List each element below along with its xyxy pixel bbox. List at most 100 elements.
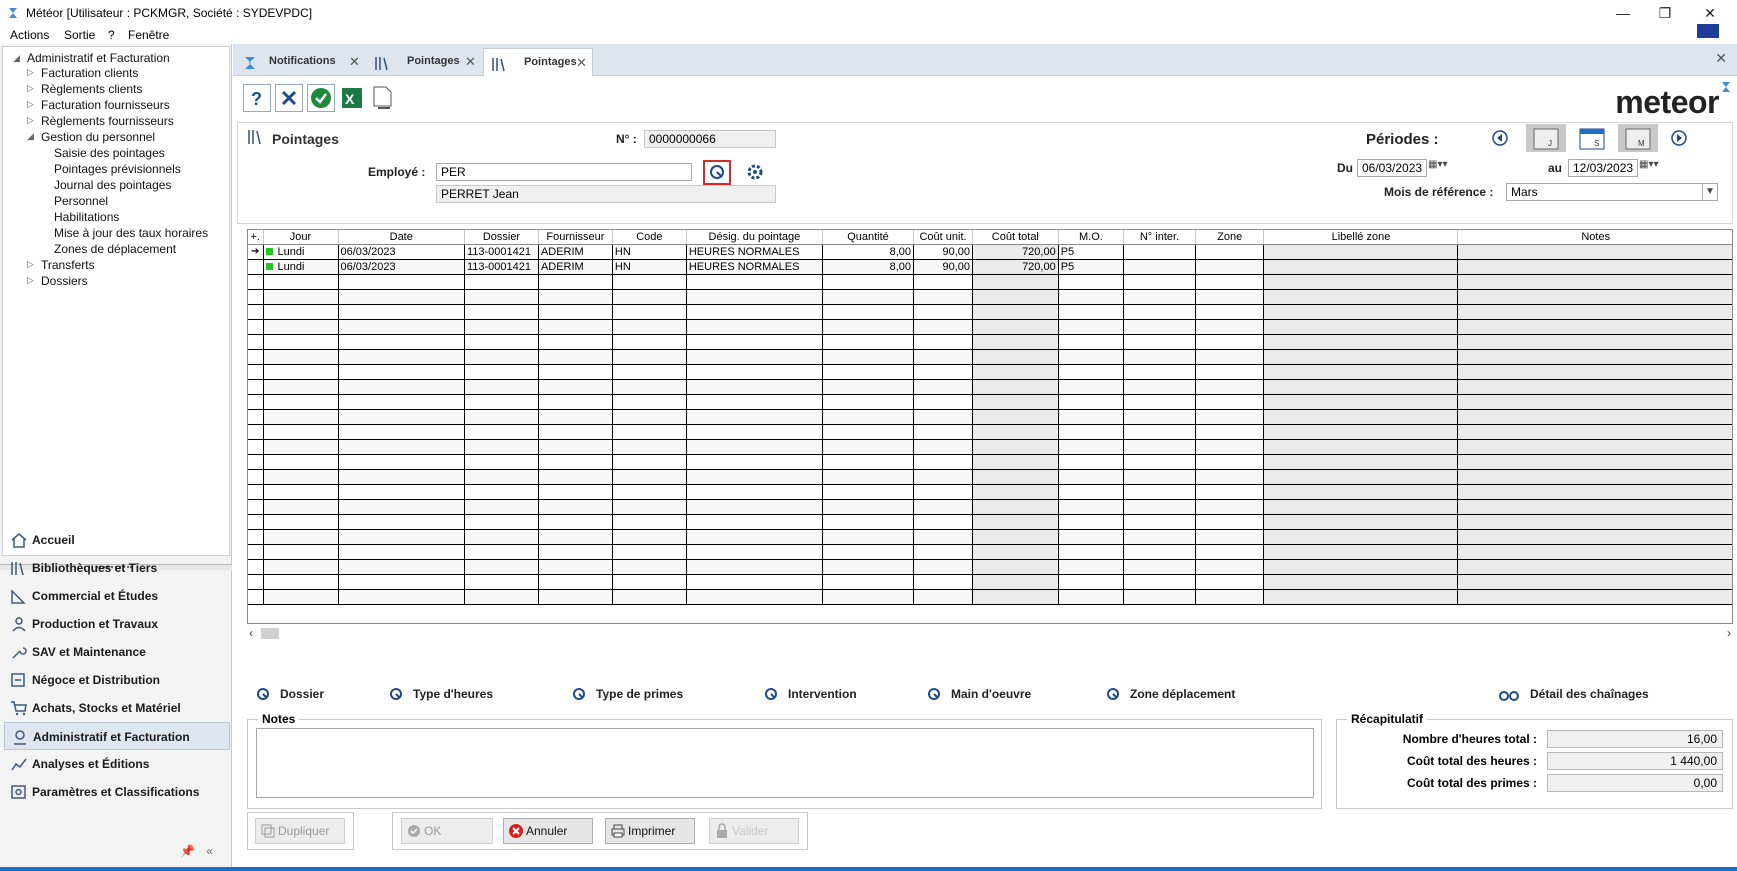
empty-cell[interactable] <box>1058 424 1125 440</box>
empty-cell[interactable] <box>1058 589 1125 605</box>
empty-cell[interactable] <box>913 514 973 530</box>
empty-cell[interactable] <box>1058 469 1125 485</box>
empty-cell[interactable] <box>1263 379 1459 395</box>
empty-cell[interactable] <box>1457 484 1732 500</box>
empty-cell[interactable] <box>1058 514 1125 530</box>
tree-item[interactable]: Gestion du personnel <box>41 130 155 144</box>
empty-cell[interactable] <box>464 514 539 530</box>
empty-cell[interactable] <box>822 589 915 605</box>
empty-cell[interactable] <box>1263 559 1459 575</box>
empty-cell[interactable] <box>612 319 687 335</box>
empty-cell[interactable] <box>464 544 539 560</box>
empty-cell[interactable] <box>1263 424 1459 440</box>
menu-sortie[interactable]: Sortie <box>64 28 95 42</box>
empty-cell[interactable] <box>1123 379 1196 395</box>
tree-item[interactable]: Saisie des pointages <box>54 146 165 160</box>
empty-cell[interactable] <box>972 289 1059 305</box>
empty-cell[interactable] <box>1195 334 1265 350</box>
empty-cell[interactable] <box>1195 409 1265 425</box>
tab-pointages-2[interactable]: Pointages ✕ <box>483 48 593 76</box>
empty-cell[interactable] <box>686 424 823 440</box>
row-header[interactable] <box>248 289 264 305</box>
imprimer-button[interactable]: Imprimer <box>605 818 695 844</box>
empty-cell[interactable] <box>612 454 687 470</box>
empty-cell[interactable] <box>822 379 915 395</box>
menu-help[interactable]: ? <box>108 28 115 42</box>
row-header[interactable] <box>248 499 264 515</box>
empty-cell[interactable] <box>913 334 973 350</box>
empty-cell[interactable] <box>1263 469 1459 485</box>
empty-cell[interactable] <box>338 409 465 425</box>
empty-cell[interactable] <box>1195 514 1265 530</box>
day-period-button[interactable]: J <box>1526 124 1566 152</box>
horizontal-scrollbar[interactable]: ‹ › <box>247 626 1733 640</box>
scroll-left-icon[interactable]: ‹ <box>249 626 253 640</box>
empty-cell[interactable] <box>1457 529 1732 545</box>
empty-cell[interactable] <box>538 379 613 395</box>
empty-cell[interactable] <box>822 469 915 485</box>
empty-cell[interactable] <box>1457 379 1732 395</box>
empty-cell[interactable] <box>913 304 973 320</box>
column-header[interactable]: Code <box>612 230 687 245</box>
empty-cell[interactable] <box>913 439 973 455</box>
empty-cell[interactable] <box>1058 559 1125 575</box>
row-header[interactable] <box>248 334 264 350</box>
empty-cell[interactable] <box>1457 454 1732 470</box>
empty-cell[interactable] <box>686 559 823 575</box>
column-header[interactable]: N° inter. <box>1123 230 1196 245</box>
empty-cell[interactable] <box>972 334 1059 350</box>
empty-cell[interactable] <box>1058 349 1125 365</box>
empty-cell[interactable] <box>263 409 339 425</box>
empty-cell[interactable] <box>822 364 915 380</box>
expand-icon[interactable]: ▷ <box>27 99 34 110</box>
cell-jour[interactable]: Lundi <box>263 244 339 260</box>
empty-cell[interactable] <box>1058 274 1125 290</box>
empty-cell[interactable] <box>1195 319 1265 335</box>
empty-cell[interactable] <box>913 319 973 335</box>
empty-cell[interactable] <box>822 514 915 530</box>
empty-cell[interactable] <box>686 514 823 530</box>
empty-cell[interactable] <box>1058 574 1125 590</box>
row-header[interactable] <box>248 559 264 575</box>
empty-cell[interactable] <box>972 394 1059 410</box>
empty-cell[interactable] <box>464 454 539 470</box>
cell-n-inter[interactable] <box>1123 244 1196 260</box>
empty-table-row[interactable] <box>248 304 1732 320</box>
column-header[interactable]: Désig. du pointage <box>686 230 823 245</box>
cell-quantite[interactable]: 8,00 <box>822 259 915 275</box>
empty-cell[interactable] <box>338 319 465 335</box>
empty-cell[interactable] <box>913 394 973 410</box>
empty-cell[interactable] <box>822 394 915 410</box>
empty-cell[interactable] <box>612 439 687 455</box>
cell-jour[interactable]: Lundi <box>263 259 339 275</box>
empty-cell[interactable] <box>1123 424 1196 440</box>
empty-cell[interactable] <box>972 469 1059 485</box>
menu-fenetre[interactable]: Fenêtre <box>128 28 169 42</box>
empty-cell[interactable] <box>464 379 539 395</box>
empty-cell[interactable] <box>538 454 613 470</box>
row-header[interactable] <box>248 394 264 410</box>
empty-cell[interactable] <box>1123 529 1196 545</box>
empty-cell[interactable] <box>1457 319 1732 335</box>
empty-cell[interactable] <box>1058 334 1125 350</box>
empty-cell[interactable] <box>538 334 613 350</box>
collapse-icon[interactable]: ◢ <box>27 131 34 142</box>
empty-cell[interactable] <box>338 334 465 350</box>
empty-table-row[interactable] <box>248 499 1732 515</box>
empty-cell[interactable] <box>1457 274 1732 290</box>
empty-table-row[interactable] <box>248 484 1732 500</box>
collapse-panel-icon[interactable]: « <box>206 844 213 858</box>
tree-item[interactable]: Transferts <box>41 258 95 272</box>
empty-table-row[interactable] <box>248 529 1732 545</box>
column-header[interactable]: M.O. <box>1058 230 1125 245</box>
empty-cell[interactable] <box>612 484 687 500</box>
empty-cell[interactable] <box>972 319 1059 335</box>
nav-sav[interactable]: SAV et Maintenance <box>4 638 230 666</box>
empty-cell[interactable] <box>1058 499 1125 515</box>
empty-cell[interactable] <box>1123 334 1196 350</box>
close-all-tabs-icon[interactable]: ✕ <box>1715 50 1727 67</box>
empty-cell[interactable] <box>612 304 687 320</box>
empty-cell[interactable] <box>1195 394 1265 410</box>
empty-cell[interactable] <box>263 424 339 440</box>
empty-cell[interactable] <box>822 289 915 305</box>
